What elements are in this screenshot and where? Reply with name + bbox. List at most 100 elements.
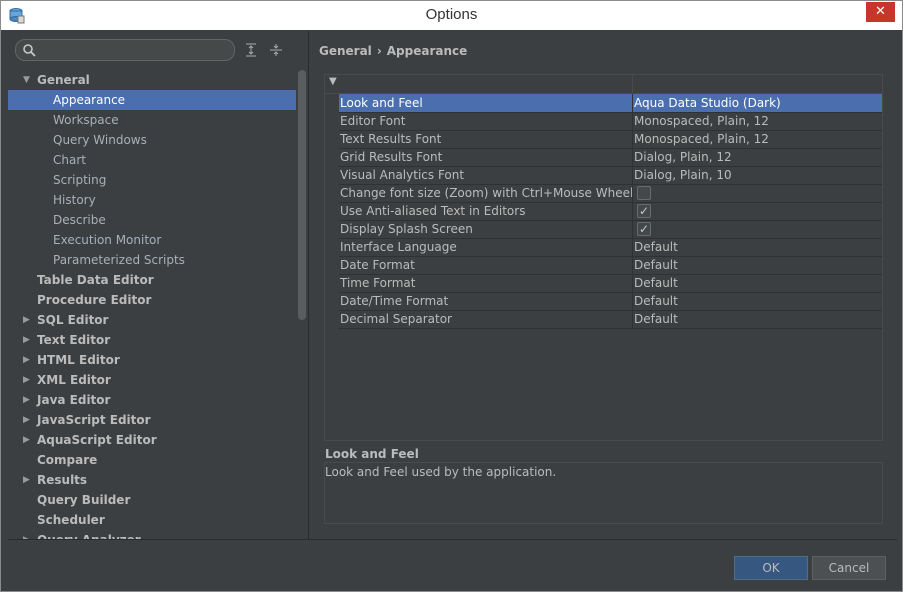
- property-table: ▼ Look and Feel Aqua Data Studio (Dark) Ed…: [324, 74, 883, 441]
- property-name: Date Format: [340, 258, 415, 272]
- tree-item[interactable]: Procedure Editor: [8, 290, 296, 310]
- collapsed-arrow-icon[interactable]: ▶: [23, 430, 30, 450]
- footer-divider: [8, 539, 897, 540]
- tree-item[interactable]: Describe: [8, 210, 296, 230]
- property-name: Display Splash Screen: [340, 222, 473, 236]
- expand-all-icon[interactable]: [244, 43, 258, 57]
- tree-item-label: Scheduler: [37, 513, 105, 527]
- property-name: Decimal Separator: [340, 312, 452, 326]
- property-value[interactable]: Monospaced, Plain, 12: [634, 112, 769, 130]
- collapse-all-icon[interactable]: [269, 43, 283, 57]
- collapsed-arrow-icon[interactable]: ▶: [23, 390, 30, 410]
- cancel-button[interactable]: Cancel: [812, 556, 886, 580]
- property-checkbox[interactable]: ✓: [637, 204, 651, 218]
- property-name: Text Results Font: [340, 132, 442, 146]
- property-row[interactable]: Interface Language Default: [339, 238, 882, 257]
- tree-item[interactable]: ▶ Text Editor: [8, 330, 296, 350]
- column-separator: [632, 292, 633, 310]
- collapsed-arrow-icon[interactable]: ▶: [23, 410, 30, 430]
- tree-item-label: Chart: [53, 153, 86, 167]
- property-row[interactable]: Editor Font Monospaced, Plain, 12: [339, 112, 882, 131]
- property-row[interactable]: Time Format Default: [339, 274, 882, 293]
- property-row[interactable]: Look and Feel Aqua Data Studio (Dark): [339, 94, 882, 113]
- property-row[interactable]: Date/Time Format Default: [339, 292, 882, 311]
- breadcrumb: General › Appearance: [319, 44, 467, 58]
- property-checkbox[interactable]: ✓: [637, 222, 651, 236]
- tree-item[interactable]: ▶ HTML Editor: [8, 350, 296, 370]
- property-checkbox[interactable]: [637, 186, 651, 200]
- tree-item-label: Procedure Editor: [37, 293, 152, 307]
- property-value[interactable]: Dialog, Plain, 12: [634, 148, 732, 166]
- tree-item-label: Query Analyzer: [37, 530, 141, 539]
- tree-item[interactable]: ▶ Results: [8, 470, 296, 490]
- description-text: Look and Feel used by the application.: [325, 465, 557, 479]
- tree-item-label: History: [53, 193, 96, 207]
- tree-scrollbar[interactable]: [298, 70, 306, 320]
- property-table-header: ▼: [325, 75, 882, 94]
- pane-divider[interactable]: [308, 31, 309, 539]
- property-row[interactable]: Grid Results Font Dialog, Plain, 12: [339, 148, 882, 167]
- tree-item[interactable]: Parameterized Scripts: [8, 250, 296, 270]
- ok-button[interactable]: OK: [734, 556, 808, 580]
- property-value[interactable]: Default: [634, 238, 678, 256]
- collapsed-arrow-icon[interactable]: ▶: [23, 330, 30, 350]
- close-button[interactable]: ✕: [866, 2, 895, 22]
- tree-item[interactable]: Appearance: [8, 90, 296, 110]
- tree-item[interactable]: ▶ XML Editor: [8, 370, 296, 390]
- property-row[interactable]: Date Format Default: [339, 256, 882, 275]
- property-value[interactable]: Default: [634, 292, 678, 310]
- tree-item[interactable]: History: [8, 190, 296, 210]
- breadcrumb-current: Appearance: [386, 44, 468, 58]
- property-name: Grid Results Font: [340, 150, 443, 164]
- property-value[interactable]: Default: [634, 256, 678, 274]
- tree-item[interactable]: Execution Monitor: [8, 230, 296, 250]
- tree-item[interactable]: Workspace: [8, 110, 296, 130]
- tree-item[interactable]: ▶ AquaScript Editor: [8, 430, 296, 450]
- property-row[interactable]: Display Splash Screen ✓: [339, 220, 882, 239]
- search-input[interactable]: [15, 39, 235, 61]
- property-value[interactable]: Monospaced, Plain, 12: [634, 130, 769, 148]
- collapsed-arrow-icon[interactable]: ▶: [23, 310, 30, 330]
- tree-item-label: Appearance: [53, 93, 126, 107]
- property-name: Time Format: [340, 276, 416, 290]
- tree-item[interactable]: Query Builder: [8, 490, 296, 510]
- property-value[interactable]: Aqua Data Studio (Dark): [634, 94, 781, 112]
- column-separator: [632, 202, 633, 220]
- tree-item[interactable]: Query Windows: [8, 130, 296, 150]
- property-row[interactable]: Change font size (Zoom) with Ctrl+Mouse …: [339, 184, 882, 203]
- column-separator: [632, 94, 633, 112]
- property-row[interactable]: Use Anti-aliased Text in Editors ✓: [339, 202, 882, 221]
- tree-item[interactable]: ▶ Java Editor: [8, 390, 296, 410]
- tree-item-label: HTML Editor: [37, 353, 120, 367]
- tree-item[interactable]: Chart: [8, 150, 296, 170]
- tree-item[interactable]: ▼ General: [8, 70, 296, 90]
- tree-item[interactable]: ▶ Query Analyzer: [8, 530, 296, 539]
- collapsed-arrow-icon[interactable]: ▶: [23, 530, 30, 539]
- collapsed-arrow-icon[interactable]: ▶: [23, 470, 30, 490]
- property-value[interactable]: Dialog, Plain, 10: [634, 166, 732, 184]
- tree-item-label: Text Editor: [37, 333, 111, 347]
- tree-item[interactable]: Scripting: [8, 170, 296, 190]
- property-row[interactable]: Text Results Font Monospaced, Plain, 12: [339, 130, 882, 149]
- property-value[interactable]: Default: [634, 274, 678, 292]
- collapsed-arrow-icon[interactable]: ▶: [23, 370, 30, 390]
- column-separator: [632, 310, 633, 328]
- tree-item-label: Java Editor: [37, 393, 111, 407]
- property-row[interactable]: Visual Analytics Font Dialog, Plain, 10: [339, 166, 882, 185]
- column-separator: [632, 148, 633, 166]
- search-icon: [23, 44, 36, 57]
- description-title: Look and Feel: [325, 447, 419, 461]
- column-separator: [632, 112, 633, 130]
- tree-item[interactable]: ▶ JavaScript Editor: [8, 410, 296, 430]
- options-dialog: Options ✕ ▼ General Appearance Workspace Que…: [0, 0, 903, 592]
- tree-item[interactable]: Compare: [8, 450, 296, 470]
- property-row[interactable]: Decimal Separator Default: [339, 310, 882, 329]
- tree-item[interactable]: Table Data Editor: [8, 270, 296, 290]
- collapse-triangle-icon[interactable]: ▼: [329, 76, 337, 87]
- collapsed-arrow-icon[interactable]: ▶: [23, 350, 30, 370]
- tree-item[interactable]: Scheduler: [8, 510, 296, 530]
- tree-item[interactable]: ▶ SQL Editor: [8, 310, 296, 330]
- property-value[interactable]: Default: [634, 310, 678, 328]
- expanded-arrow-icon[interactable]: ▼: [23, 70, 30, 90]
- tree-item-label: Compare: [37, 453, 98, 467]
